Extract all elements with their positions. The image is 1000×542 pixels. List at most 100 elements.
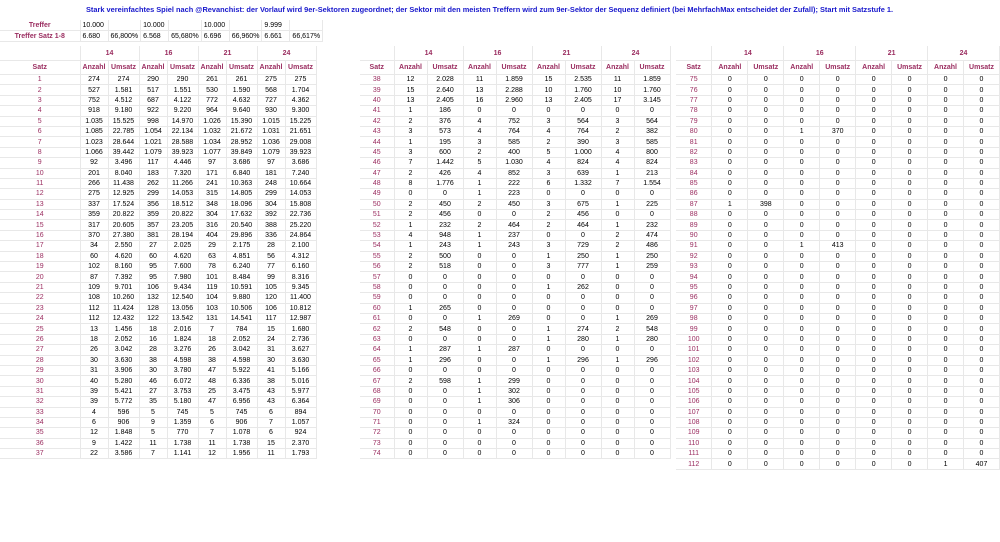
umsatz-cell[interactable]: 0 [819,84,857,96]
umsatz-cell[interactable]: 0 [891,126,929,138]
umsatz-cell[interactable]: 0 [891,199,929,211]
umsatz-cell[interactable]: 0 [819,313,857,325]
anzahl-cell[interactable]: 171 [198,168,227,179]
umsatz-cell[interactable]: 0 [634,292,671,304]
cell[interactable]: 6.568 [140,30,170,42]
umsatz-cell[interactable]: 0 [634,105,671,117]
umsatz-cell[interactable]: 1.760 [565,84,602,96]
umsatz-cell[interactable]: 0 [634,188,671,200]
satz-cell[interactable]: 26 [0,334,81,346]
anzahl-cell[interactable]: 7 [257,417,286,429]
umsatz-cell[interactable]: 6.072 [167,375,199,387]
section-header-cell[interactable]: 21 [198,46,258,61]
umsatz-cell[interactable]: 2.405 [427,95,464,107]
umsatz-cell[interactable]: 0 [891,209,929,221]
umsatz-cell[interactable]: 924 [285,427,317,439]
umsatz-cell[interactable]: 4.620 [167,251,199,263]
anzahl-cell[interactable]: 370 [80,230,109,242]
umsatz-cell[interactable]: 3.042 [108,344,140,356]
umsatz-cell[interactable]: 222 [496,178,533,190]
umsatz-cell[interactable]: 269 [496,313,533,325]
umsatz-cell[interactable]: 1.551 [167,84,199,96]
umsatz-cell[interactable]: 9.434 [167,282,199,294]
anzahl-cell[interactable]: 1 [532,251,566,263]
umsatz-cell[interactable]: 0 [819,417,857,429]
anzahl-cell[interactable]: 1 [601,355,635,366]
anzahl-cell[interactable]: 35 [139,396,168,408]
anzahl-cell[interactable]: 0 [394,448,428,460]
umsatz-cell[interactable]: 7.980 [167,271,199,283]
anzahl-cell[interactable]: 27 [139,240,168,252]
umsatz-cell[interactable]: 11.400 [285,292,317,304]
umsatz-cell[interactable]: 0 [747,458,785,470]
umsatz-cell[interactable]: 262 [565,282,602,294]
anzahl-cell[interactable]: 2 [532,219,566,231]
umsatz-cell[interactable]: 1.359 [167,417,199,429]
anzahl-cell[interactable]: 39 [80,396,109,408]
umsatz-cell[interactable]: 0 [891,116,929,127]
umsatz-cell[interactable]: 729 [565,240,602,252]
satz-cell[interactable]: 67 [360,375,395,387]
anzahl-cell[interactable]: 0 [532,386,566,398]
anzahl-cell[interactable]: 2 [463,219,497,231]
satz-cell[interactable]: 62 [360,323,395,335]
satz-cell[interactable]: 48 [360,178,395,190]
umsatz-cell[interactable]: 0 [891,188,929,200]
anzahl-cell[interactable]: 337 [80,199,109,211]
anzahl-cell[interactable]: 2 [532,136,566,148]
column-header-umsatz[interactable]: Umsatz [226,60,258,75]
anzahl-cell[interactable]: 0 [855,230,893,242]
umsatz-cell[interactable]: 29.896 [226,230,258,242]
column-header-umsatz[interactable]: Umsatz [108,60,140,75]
umsatz-cell[interactable]: 20.540 [226,219,258,231]
satz-cell[interactable]: 54 [360,240,395,252]
anzahl-cell[interactable]: 0 [783,209,821,221]
umsatz-cell[interactable]: 0 [496,365,533,377]
umsatz-cell[interactable]: 0 [819,334,857,346]
anzahl-cell[interactable]: 0 [927,396,964,408]
satz-cell[interactable]: 43 [360,126,395,138]
anzahl-cell[interactable]: 0 [927,126,964,138]
anzahl-cell[interactable]: 4 [532,157,566,169]
anzahl-cell[interactable]: 274 [80,74,109,86]
anzahl-cell[interactable]: 103 [198,303,227,315]
umsatz-cell[interactable]: 9.345 [285,282,317,294]
satz-cell[interactable]: 59 [360,292,395,304]
umsatz-cell[interactable]: 4.362 [285,95,317,107]
anzahl-cell[interactable]: 13 [532,95,566,107]
anzahl-cell[interactable]: 1 [601,251,635,263]
anzahl-cell[interactable]: 1 [394,219,428,231]
umsatz-cell[interactable]: 3.906 [108,365,140,377]
anzahl-cell[interactable]: 0 [927,188,964,200]
umsatz-cell[interactable]: 0 [819,157,857,169]
umsatz-cell[interactable]: 0 [963,240,1000,252]
satz-cell[interactable]: 7 [0,136,81,148]
umsatz-cell[interactable]: 0 [891,344,929,356]
umsatz-cell[interactable]: 2.028 [427,74,464,86]
satz-cell[interactable]: 79 [676,116,713,127]
umsatz-cell[interactable]: 9.300 [285,105,317,117]
satz-cell[interactable]: 15 [0,219,81,231]
anzahl-cell[interactable]: 106 [257,303,286,315]
umsatz-cell[interactable]: 0 [819,355,857,366]
anzahl-cell[interactable]: 0 [463,365,497,377]
anzahl-cell[interactable]: 0 [783,282,821,294]
anzahl-cell[interactable]: 119 [198,282,227,294]
anzahl-cell[interactable]: 0 [927,84,964,96]
umsatz-cell[interactable]: 1.704 [285,84,317,96]
satz-cell[interactable]: 44 [360,136,395,148]
umsatz-cell[interactable]: 0 [963,157,1000,169]
umsatz-cell[interactable]: 4.512 [108,95,140,107]
anzahl-cell[interactable]: 0 [711,458,749,470]
anzahl-cell[interactable]: 1.015 [257,116,286,127]
anzahl-cell[interactable]: 12 [394,74,428,86]
satz-cell[interactable]: 92 [676,251,713,263]
anzahl-cell[interactable]: 18 [80,334,109,346]
anzahl-cell[interactable]: 752 [80,95,109,107]
umsatz-cell[interactable]: 0 [496,407,533,418]
anzahl-cell[interactable]: 7 [139,448,168,460]
anzahl-cell[interactable]: 404 [198,230,227,242]
anzahl-cell[interactable]: 0 [783,116,821,127]
umsatz-cell[interactable]: 0 [891,386,929,398]
umsatz-cell[interactable]: 3.630 [285,355,317,366]
